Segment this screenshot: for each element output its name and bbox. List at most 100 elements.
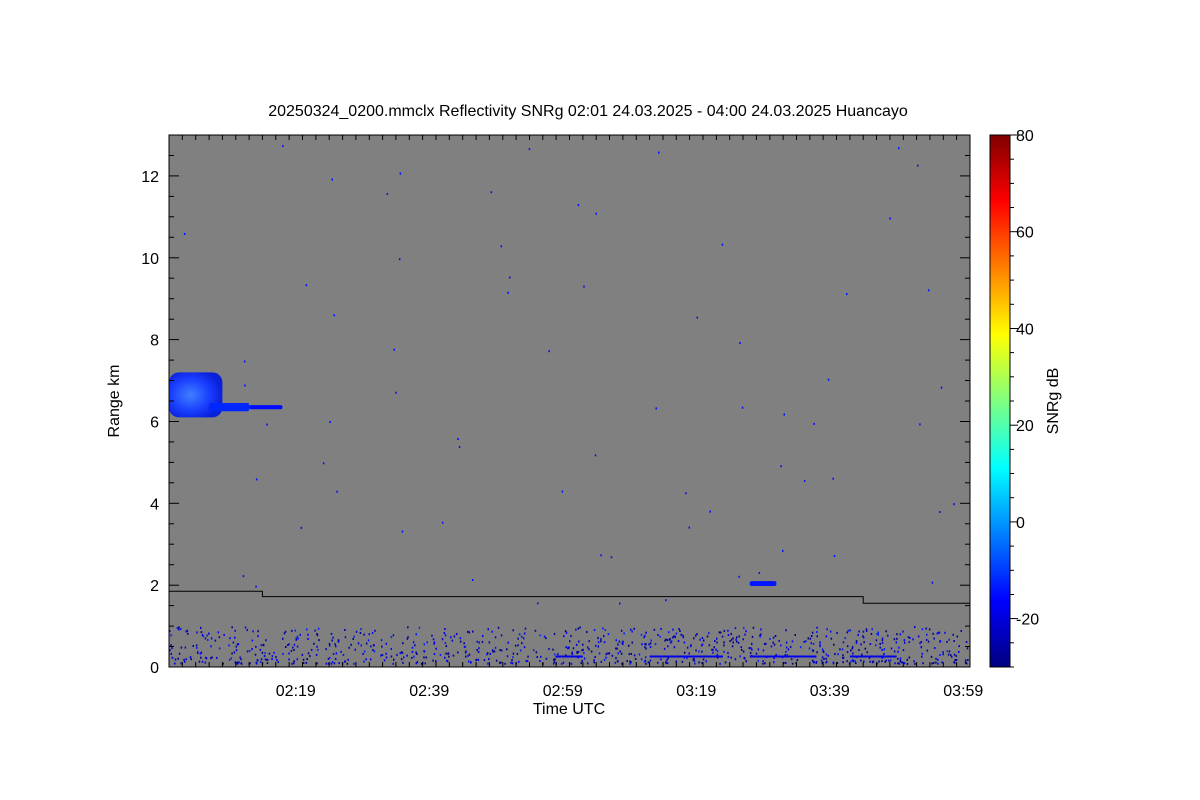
speckle-point xyxy=(964,659,967,662)
speckle-point xyxy=(581,659,583,662)
speckle-point xyxy=(208,632,210,635)
speckle-point xyxy=(506,655,509,658)
speckle-point xyxy=(796,659,799,662)
speckle-point xyxy=(582,648,584,651)
speckle-point xyxy=(672,636,674,639)
speckle-point xyxy=(586,646,589,649)
speckle-point xyxy=(385,652,387,655)
colorbar xyxy=(989,134,1011,668)
speckle-point xyxy=(901,661,903,664)
speckle-point xyxy=(381,654,384,656)
speckle-point xyxy=(607,633,610,636)
speckle-point xyxy=(727,629,729,632)
speckle-point xyxy=(727,655,730,658)
speckle-point xyxy=(577,627,580,630)
speckle-point xyxy=(255,662,258,665)
speckle-point xyxy=(780,644,782,647)
speckle-point xyxy=(532,649,535,652)
speckle-point xyxy=(850,660,852,663)
speckle-point xyxy=(603,641,606,644)
speckle-point xyxy=(266,659,268,661)
speckle-point xyxy=(588,640,590,643)
noise-point xyxy=(183,232,186,235)
speckle-point xyxy=(633,654,636,657)
speckle-point xyxy=(965,641,968,643)
surface-streak xyxy=(556,655,583,658)
speckle-point xyxy=(307,638,309,640)
speckle-point xyxy=(790,658,793,661)
noise-point xyxy=(244,360,246,363)
speckle-point xyxy=(809,637,812,640)
speckle-point xyxy=(482,634,484,637)
speckle-point xyxy=(723,644,725,647)
speckle-point xyxy=(403,656,405,659)
speckle-point xyxy=(365,658,367,661)
speckle-point xyxy=(293,662,295,665)
speckle-point xyxy=(192,645,194,647)
speckle-point xyxy=(701,637,704,639)
speckle-point xyxy=(290,649,293,652)
speckle-point xyxy=(371,632,374,634)
speckle-point xyxy=(598,652,601,655)
speckle-point xyxy=(860,659,862,662)
speckle-point xyxy=(260,658,263,661)
speckle-point xyxy=(476,649,478,651)
speckle-point xyxy=(457,651,459,654)
speckle-point xyxy=(762,649,765,652)
speckle-point xyxy=(277,661,279,664)
speckle-point xyxy=(807,637,809,640)
speckle-point xyxy=(540,655,542,658)
speckle-point xyxy=(236,662,238,665)
speckle-point xyxy=(862,630,865,633)
speckle-point xyxy=(332,636,334,639)
speckle-point xyxy=(256,659,259,662)
speckle-point xyxy=(317,627,320,630)
speckle-point xyxy=(863,641,865,644)
speckle-point xyxy=(724,661,727,664)
speckle-point xyxy=(180,662,182,665)
speckle-point xyxy=(176,627,179,630)
speckle-point xyxy=(310,648,313,651)
speckle-point xyxy=(255,645,257,648)
speckle-point xyxy=(291,629,293,632)
speckle-point xyxy=(545,657,548,660)
speckle-point xyxy=(936,632,938,635)
speckle-point xyxy=(259,648,262,651)
speckle-point xyxy=(644,646,646,649)
speckle-point xyxy=(464,645,467,648)
speckle-point xyxy=(773,643,776,646)
speckle-point xyxy=(864,647,867,650)
speckle-point xyxy=(415,662,418,665)
speckle-point xyxy=(903,662,906,665)
speckle-point xyxy=(586,631,588,633)
noise-point xyxy=(953,503,955,506)
speckle-point xyxy=(372,649,374,652)
speckle-point xyxy=(948,650,951,653)
speckle-point xyxy=(741,649,743,651)
speckle-point xyxy=(644,659,647,662)
speckle-point xyxy=(327,657,330,660)
speckle-point xyxy=(760,628,762,631)
speckle-point xyxy=(744,657,746,660)
speckle-point xyxy=(452,654,455,657)
speckle-point xyxy=(821,648,824,651)
speckle-point xyxy=(228,644,230,647)
speckle-point xyxy=(514,644,517,647)
speckle-point xyxy=(569,640,571,643)
speckle-point xyxy=(495,659,498,662)
speckle-point xyxy=(893,650,896,653)
speckle-point xyxy=(373,650,376,653)
speckle-point xyxy=(735,638,737,641)
speckle-point xyxy=(581,649,583,652)
speckle-point xyxy=(649,646,652,648)
speckle-point xyxy=(309,655,311,658)
speckle-point xyxy=(402,661,404,664)
speckle-point xyxy=(557,653,559,656)
speckle-point xyxy=(935,657,937,660)
noise-point xyxy=(244,384,246,387)
speckle-point xyxy=(921,655,923,658)
colorbar-tick-label: 20 xyxy=(1016,418,1034,435)
speckle-point xyxy=(518,633,521,636)
speckle-point xyxy=(618,640,621,643)
speckle-point xyxy=(433,642,435,645)
